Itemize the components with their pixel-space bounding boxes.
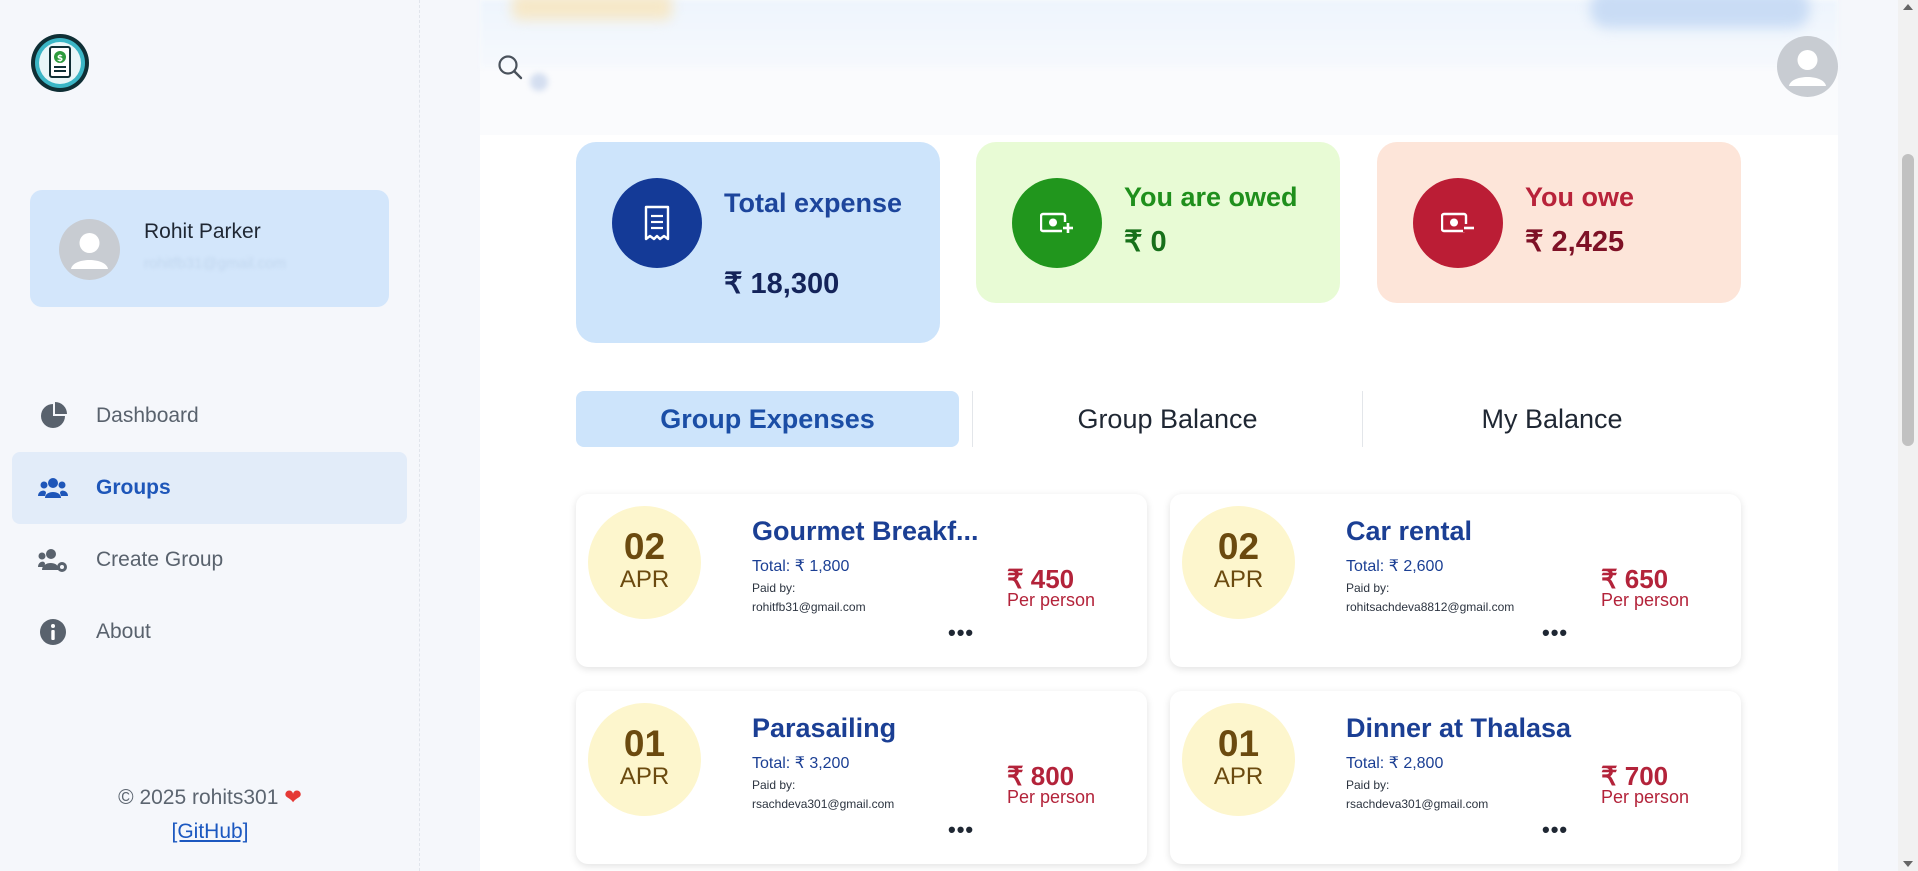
total-expense-label: Total expense	[724, 188, 903, 218]
scroll-down-icon[interactable]	[1903, 861, 1913, 867]
expense-month: APR	[1213, 566, 1264, 593]
receipt-dollar-logo[interactable]: $	[30, 33, 90, 93]
blurred-indicator	[530, 73, 548, 91]
expense-day: 02	[1217, 526, 1260, 567]
sidebar-item-label: Create Group	[96, 548, 224, 571]
user-profile-card: Rohit Parker rohitfb31@gmail.com	[30, 190, 389, 307]
github-link[interactable]: [GitHub]	[171, 820, 248, 844]
top-bar	[480, 0, 1838, 135]
per-person-label: Per person	[1007, 787, 1096, 807]
total-expense-card: Total expense ₹ 18,300	[576, 142, 940, 343]
more-options-icon[interactable]: •••	[948, 620, 974, 646]
user-email: rohitfb31@gmail.com	[144, 255, 286, 272]
more-options-icon[interactable]: •••	[948, 817, 974, 843]
vertical-scrollbar[interactable]	[1898, 0, 1918, 871]
expense-total: Total: ₹ 2,600	[1346, 558, 1444, 575]
expense-month: APR	[619, 566, 670, 593]
paid-by-label: Paid by:	[1346, 581, 1390, 595]
sidebar-item-label: About	[96, 620, 151, 643]
expense-title: Parasailing	[752, 713, 897, 743]
expense-card[interactable]: 02 APR Car rental Total: ₹ 2,600 Paid by…	[1170, 494, 1741, 667]
search-icon[interactable]	[495, 52, 525, 82]
you-owe-label: You owe	[1525, 182, 1635, 212]
expense-title: Gourmet Breakf...	[752, 516, 979, 546]
expense-total: Total: ₹ 1,800	[752, 558, 850, 575]
you-are-owed-amount: ₹ 0	[1124, 226, 1167, 258]
expense-date-badge: 01 APR	[588, 703, 701, 816]
expense-day: 01	[623, 723, 666, 764]
expense-title: Car rental	[1346, 516, 1473, 546]
money-minus-icon	[1413, 178, 1503, 268]
receipt-icon	[612, 178, 702, 268]
expense-card[interactable]: 02 APR Gourmet Breakf... Total: ₹ 1,800 …	[576, 494, 1147, 667]
you-are-owed-card: You are owed ₹ 0	[976, 142, 1340, 303]
expense-day: 01	[1217, 723, 1260, 764]
per-person-label: Per person	[1007, 590, 1096, 610]
expense-card[interactable]: 01 APR Dinner at Thalasa Total: ₹ 2,800 …	[1170, 691, 1741, 864]
expense-month: APR	[1213, 763, 1264, 790]
expense-card[interactable]: 01 APR Parasailing Total: ₹ 3,200 Paid b…	[576, 691, 1147, 864]
main-content: Total expense ₹ 18,300 You are owed ₹ 0 …	[480, 0, 1838, 871]
expense-paid-by: Paid by: rohitsachdeva8812@gmail.com	[1346, 579, 1514, 617]
paid-by-label: Paid by:	[1346, 778, 1390, 792]
more-options-icon[interactable]: •••	[1542, 620, 1568, 646]
scrollbar-thumb[interactable]	[1902, 154, 1914, 446]
expense-total: Total: ₹ 3,200	[752, 755, 850, 772]
pie-chart-icon	[41, 402, 67, 428]
blurred-tag	[512, 0, 672, 20]
user-name: Rohit Parker	[144, 220, 261, 243]
expense-date-badge: 02 APR	[1182, 506, 1295, 619]
per-person-label: Per person	[1601, 590, 1690, 610]
copyright-text: © 2025 rohits301	[118, 786, 279, 809]
you-owe-amount: ₹ 2,425	[1525, 226, 1625, 258]
sidebar: $ Rohit Parker rohitfb31@gmail.com Dashb…	[0, 0, 420, 871]
paid-by-label: Paid by:	[752, 778, 796, 792]
paid-by-email: rohitsachdeva8812@gmail.com	[1346, 600, 1515, 614]
user-avatar-icon[interactable]	[1777, 36, 1838, 97]
heart-icon: ❤	[284, 786, 302, 809]
tab-group-expenses[interactable]: Group Expenses	[576, 391, 959, 447]
expense-paid-by: Paid by: rsachdeva301@gmail.com	[1346, 776, 1488, 814]
blurred-button	[1590, 0, 1810, 28]
paid-by-email: rsachdeva301@gmail.com	[1346, 797, 1489, 811]
users-gear-icon	[38, 549, 67, 572]
expense-date-badge: 01 APR	[1182, 703, 1295, 816]
sidebar-item-dashboard[interactable]: Dashboard	[12, 380, 407, 452]
users-icon	[38, 478, 68, 498]
expense-total: Total: ₹ 2,800	[1346, 755, 1444, 772]
money-plus-icon	[1012, 178, 1102, 268]
expense-paid-by: Paid by: rsachdeva301@gmail.com	[752, 776, 894, 814]
user-avatar-icon	[59, 219, 120, 280]
expense-date-badge: 02 APR	[588, 506, 701, 619]
sidebar-item-about[interactable]: About	[12, 596, 407, 668]
sidebar-item-label: Groups	[96, 476, 171, 499]
expense-tabs: Group Expenses Group Balance My Balance	[576, 391, 1741, 447]
expense-paid-by: Paid by: rohitfb31@gmail.com	[752, 579, 866, 617]
paid-by-email: rsachdeva301@gmail.com	[752, 797, 895, 811]
sidebar-item-create-group[interactable]: Create Group	[12, 524, 407, 596]
sidebar-footer: © 2025 rohits301 ❤ [GitHub]	[0, 785, 420, 844]
you-are-owed-label: You are owed	[1124, 182, 1298, 212]
expense-title: Dinner at Thalasa	[1346, 713, 1572, 743]
tab-group-balance[interactable]: Group Balance	[973, 391, 1362, 447]
paid-by-email: rohitfb31@gmail.com	[752, 600, 866, 614]
per-person-label: Per person	[1601, 787, 1690, 807]
expense-day: 02	[623, 526, 666, 567]
sidebar-item-groups[interactable]: Groups	[12, 452, 407, 524]
tab-my-balance[interactable]: My Balance	[1363, 391, 1741, 447]
expense-month: APR	[619, 763, 670, 790]
sidebar-item-label: Dashboard	[96, 404, 199, 427]
sidebar-nav: Dashboard Groups Create Group About	[12, 380, 407, 668]
paid-by-label: Paid by:	[752, 581, 796, 595]
you-owe-card: You owe ₹ 2,425	[1377, 142, 1741, 303]
more-options-icon[interactable]: •••	[1542, 817, 1568, 843]
info-icon	[40, 619, 66, 645]
total-expense-amount: ₹ 18,300	[724, 268, 840, 300]
scroll-up-icon[interactable]	[1903, 4, 1913, 10]
svg-text:$: $	[57, 54, 63, 64]
